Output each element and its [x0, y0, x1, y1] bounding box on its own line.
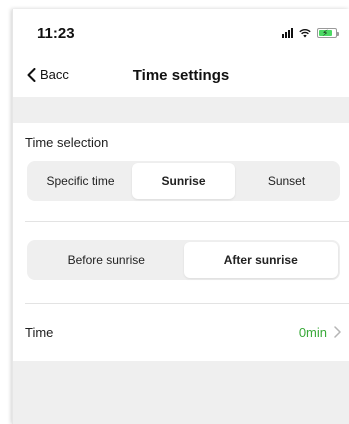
section-spacer: [13, 97, 349, 123]
segment-specific-time[interactable]: Specific time: [29, 163, 132, 199]
time-selection-segmented-control: Specific time Sunrise Sunset: [27, 161, 340, 201]
wifi-icon: [299, 28, 311, 38]
navigation-bar: Bacc Time settings: [13, 53, 349, 97]
status-icons: ⚡: [282, 27, 339, 39]
segment-before-sunrise[interactable]: Before sunrise: [29, 242, 184, 278]
time-row-label: Time: [25, 325, 54, 340]
status-time: 11:23: [37, 25, 75, 42]
phone-screen: 11:23 ⚡ Bacc Time settings Time selectio…: [12, 9, 349, 424]
divider: [25, 303, 349, 304]
segment-sunrise[interactable]: Sunrise: [132, 163, 235, 199]
page-title: Time settings: [132, 67, 230, 84]
chevron-right-icon: [334, 326, 341, 338]
time-selection-label: Time selection: [25, 135, 109, 150]
settings-card: Time selection Specific time Sunrise Sun…: [13, 123, 349, 361]
segment-after-sunrise[interactable]: After sunrise: [183, 242, 338, 278]
empty-area: [13, 361, 349, 424]
signal-icon: [282, 28, 293, 38]
segment-sunset[interactable]: Sunset: [235, 163, 338, 199]
divider: [25, 221, 349, 222]
time-row-value: 0min: [298, 325, 327, 340]
status-bar: 11:23 ⚡: [13, 9, 349, 53]
battery-charging-icon: ⚡: [317, 28, 339, 38]
offset-direction-segmented-control: Before sunrise After sunrise: [27, 240, 340, 280]
